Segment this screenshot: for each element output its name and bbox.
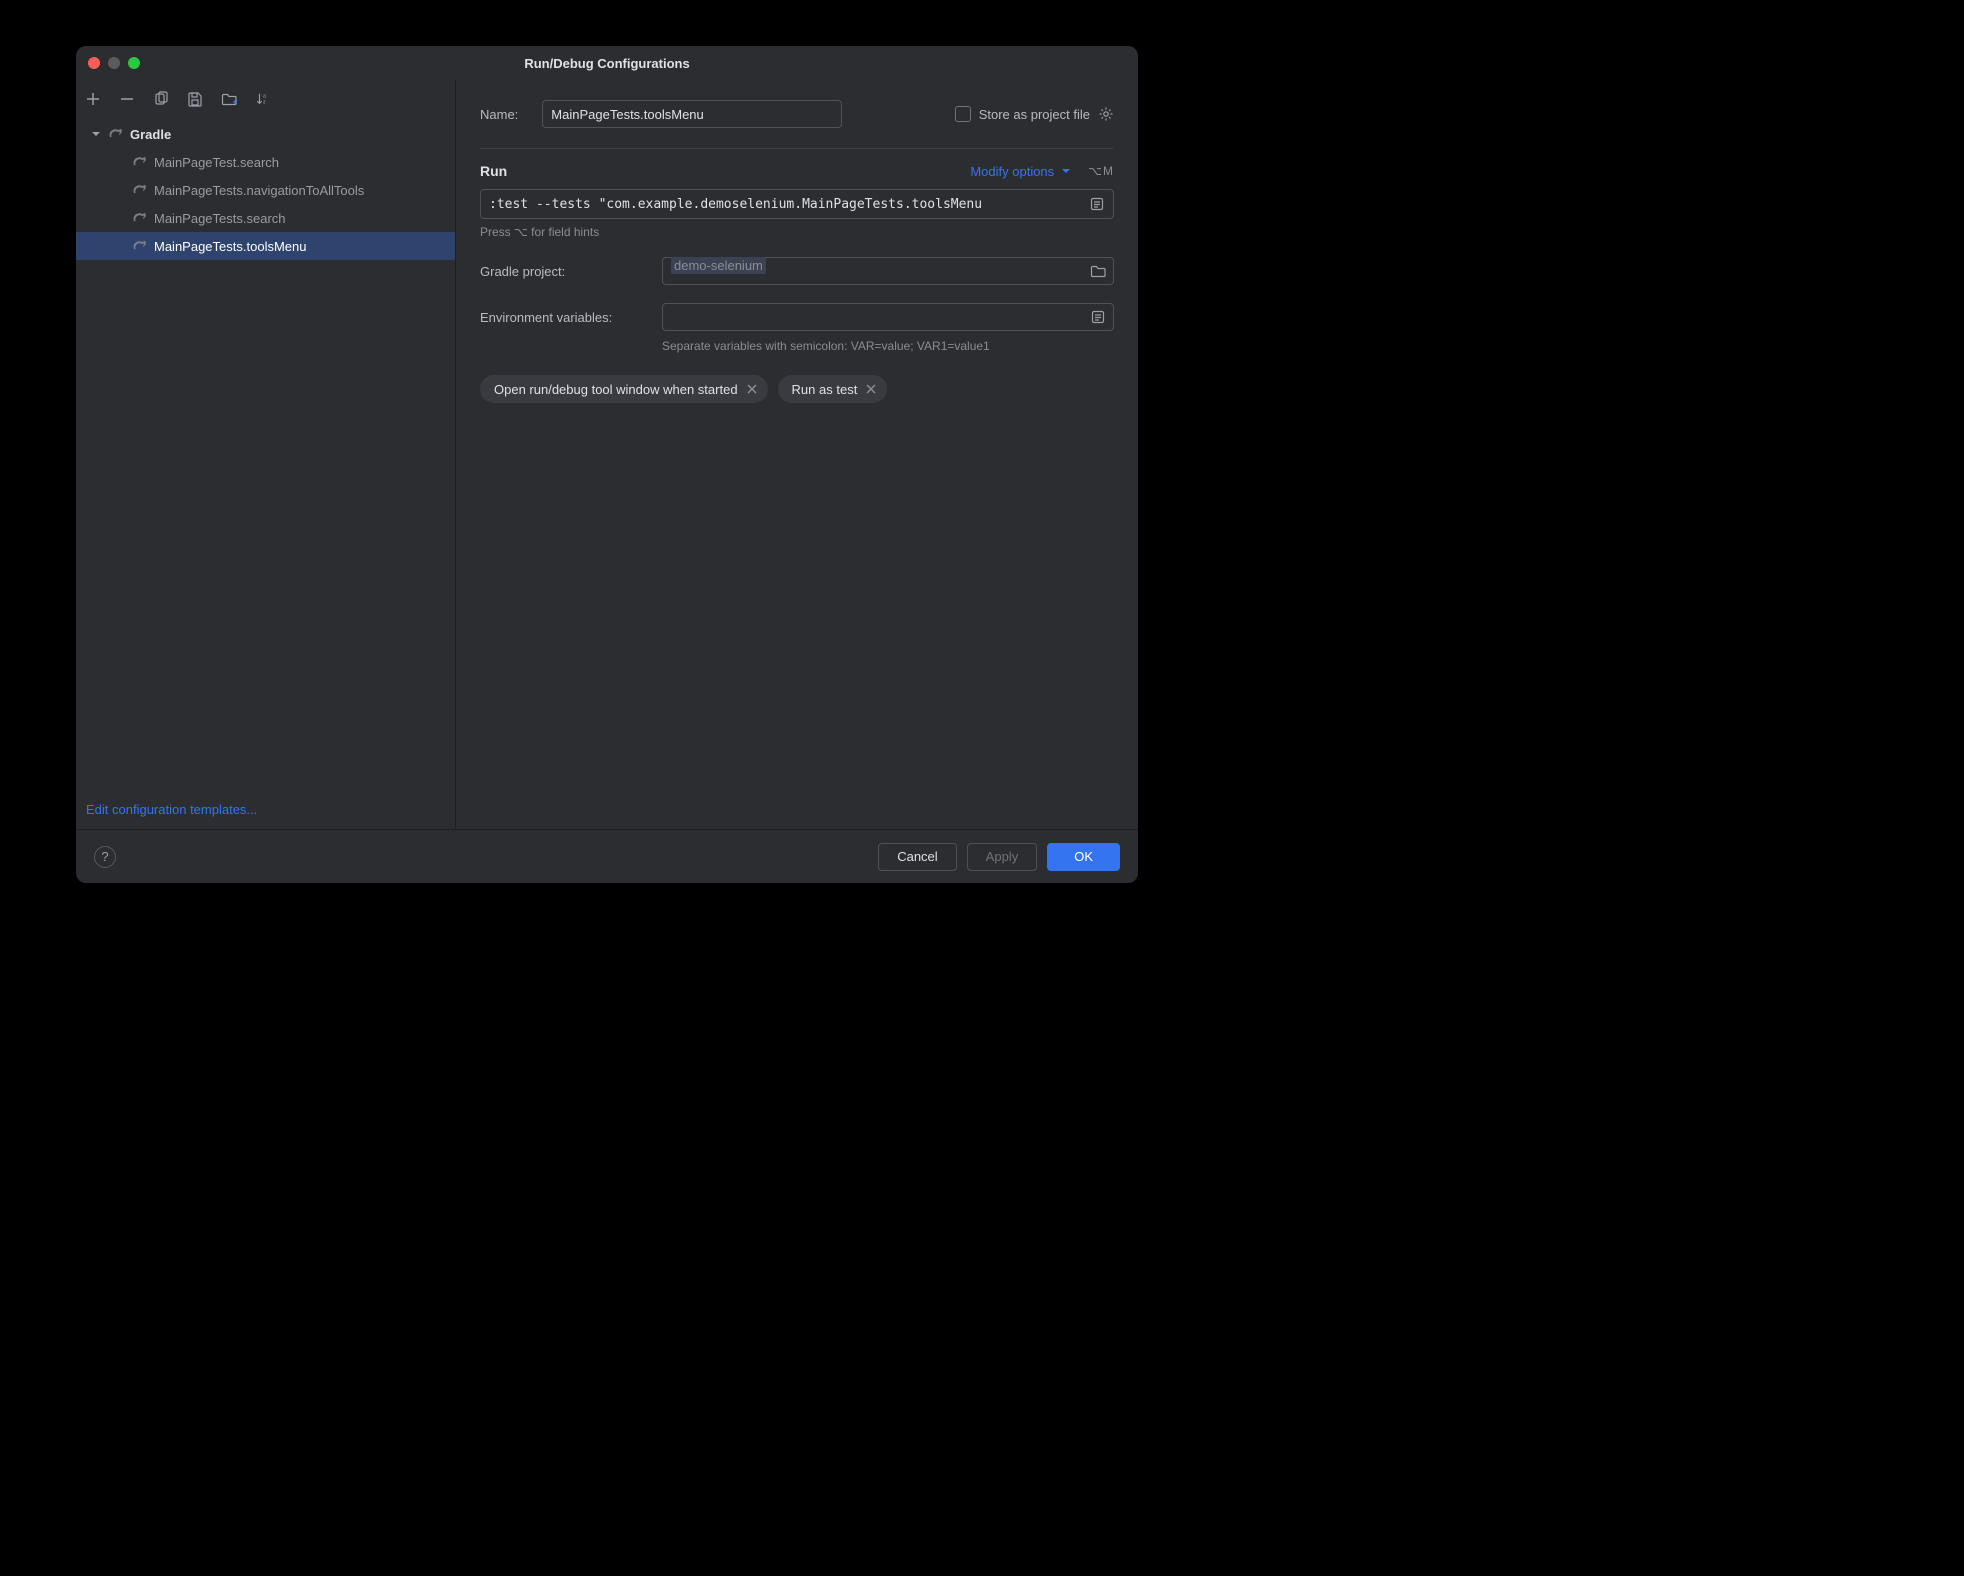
tree-item[interactable]: MainPageTests.toolsMenu (76, 232, 455, 260)
close-icon[interactable] (746, 383, 758, 395)
modify-shortcut: ⌥M (1088, 164, 1114, 178)
svg-text:z: z (263, 99, 266, 105)
chip-label: Open run/debug tool window when started (494, 382, 738, 397)
remove-config-button[interactable] (118, 90, 136, 108)
svg-text:a: a (263, 93, 266, 99)
close-window-button[interactable] (88, 57, 100, 69)
add-config-button[interactable] (84, 90, 102, 108)
sort-button[interactable]: az (254, 90, 272, 108)
ok-button[interactable]: OK (1047, 843, 1120, 871)
name-label: Name: (480, 107, 518, 122)
gradle-project-value: demo-selenium (671, 257, 766, 274)
close-icon[interactable] (865, 383, 877, 395)
gradle-project-row: Gradle project: demo-selenium (480, 257, 1114, 285)
run-section-header: Run Modify options ⌥M (480, 163, 1114, 179)
tree-item[interactable]: MainPageTests.navigationToAllTools (76, 176, 455, 204)
tree-item-label: MainPageTest.search (154, 155, 279, 170)
store-as-project-file-wrap: Store as project file (955, 106, 1114, 122)
folder-icon[interactable] (1090, 263, 1106, 279)
dialog-body: az Gradle MainPageTest.search (76, 80, 1138, 829)
gradle-icon (108, 126, 124, 142)
traffic-lights (88, 57, 140, 69)
option-chips: Open run/debug tool window when started … (480, 375, 1114, 403)
right-pane: Name: Store as project file Run Modify o… (456, 80, 1138, 829)
gear-icon[interactable] (1098, 106, 1114, 122)
env-vars-input[interactable] (662, 303, 1114, 331)
chip-open-tool-window[interactable]: Open run/debug tool window when started (480, 375, 768, 403)
chevron-down-icon (1060, 165, 1072, 177)
new-folder-button[interactable] (220, 90, 238, 108)
expand-icon[interactable] (1089, 196, 1105, 212)
chip-run-as-test[interactable]: Run as test (778, 375, 888, 403)
gradle-project-label: Gradle project: (480, 264, 652, 279)
list-icon[interactable] (1090, 309, 1106, 325)
dialog-footer: ? Cancel Apply OK (76, 829, 1138, 883)
name-row: Name: Store as project file (480, 94, 1114, 134)
tasks-hint: Press ⌥ for field hints (480, 225, 1114, 239)
zoom-window-button[interactable] (128, 57, 140, 69)
env-vars-label: Environment variables: (480, 310, 652, 325)
tasks-input[interactable]: :test --tests "com.example.demoselenium.… (480, 189, 1114, 219)
save-config-button[interactable] (186, 90, 204, 108)
gradle-icon (132, 210, 148, 226)
apply-button[interactable]: Apply (967, 843, 1038, 871)
modify-options-label: Modify options (970, 164, 1054, 179)
left-pane: az Gradle MainPageTest.search (76, 80, 456, 829)
edit-templates-link[interactable]: Edit configuration templates... (86, 802, 257, 817)
tree-item[interactable]: MainPageTests.search (76, 204, 455, 232)
store-checkbox[interactable] (955, 106, 971, 122)
tree-category-gradle[interactable]: Gradle (76, 120, 455, 148)
name-input[interactable] (542, 100, 842, 128)
config-tree: Gradle MainPageTest.search MainPageTests… (76, 118, 455, 792)
env-vars-hint: Separate variables with semicolon: VAR=v… (662, 339, 1114, 353)
tree-item-label: MainPageTests.search (154, 211, 286, 226)
store-label: Store as project file (979, 107, 1090, 122)
copy-config-button[interactable] (152, 90, 170, 108)
cancel-button[interactable]: Cancel (878, 843, 956, 871)
help-button[interactable]: ? (94, 846, 116, 868)
run-debug-config-window: Run/Debug Configurations (76, 46, 1138, 883)
config-toolbar: az (76, 80, 455, 118)
env-vars-row: Environment variables: (480, 303, 1114, 331)
minimize-window-button[interactable] (108, 57, 120, 69)
run-section-title: Run (480, 163, 507, 179)
titlebar: Run/Debug Configurations (76, 46, 1138, 80)
left-footer: Edit configuration templates... (76, 792, 455, 829)
tree-item-label: MainPageTests.toolsMenu (154, 239, 306, 254)
tree-item[interactable]: MainPageTest.search (76, 148, 455, 176)
chevron-down-icon (90, 128, 102, 140)
chip-label: Run as test (792, 382, 858, 397)
gradle-icon (132, 154, 148, 170)
window-title: Run/Debug Configurations (76, 56, 1138, 71)
gradle-icon (132, 238, 148, 254)
divider (480, 148, 1114, 149)
tree-item-label: MainPageTests.navigationToAllTools (154, 183, 364, 198)
tasks-input-value: :test --tests "com.example.demoselenium.… (489, 197, 1083, 212)
gradle-icon (132, 182, 148, 198)
modify-options[interactable]: Modify options ⌥M (970, 164, 1114, 179)
tree-category-label: Gradle (130, 127, 171, 142)
gradle-project-input[interactable]: demo-selenium (662, 257, 1114, 285)
